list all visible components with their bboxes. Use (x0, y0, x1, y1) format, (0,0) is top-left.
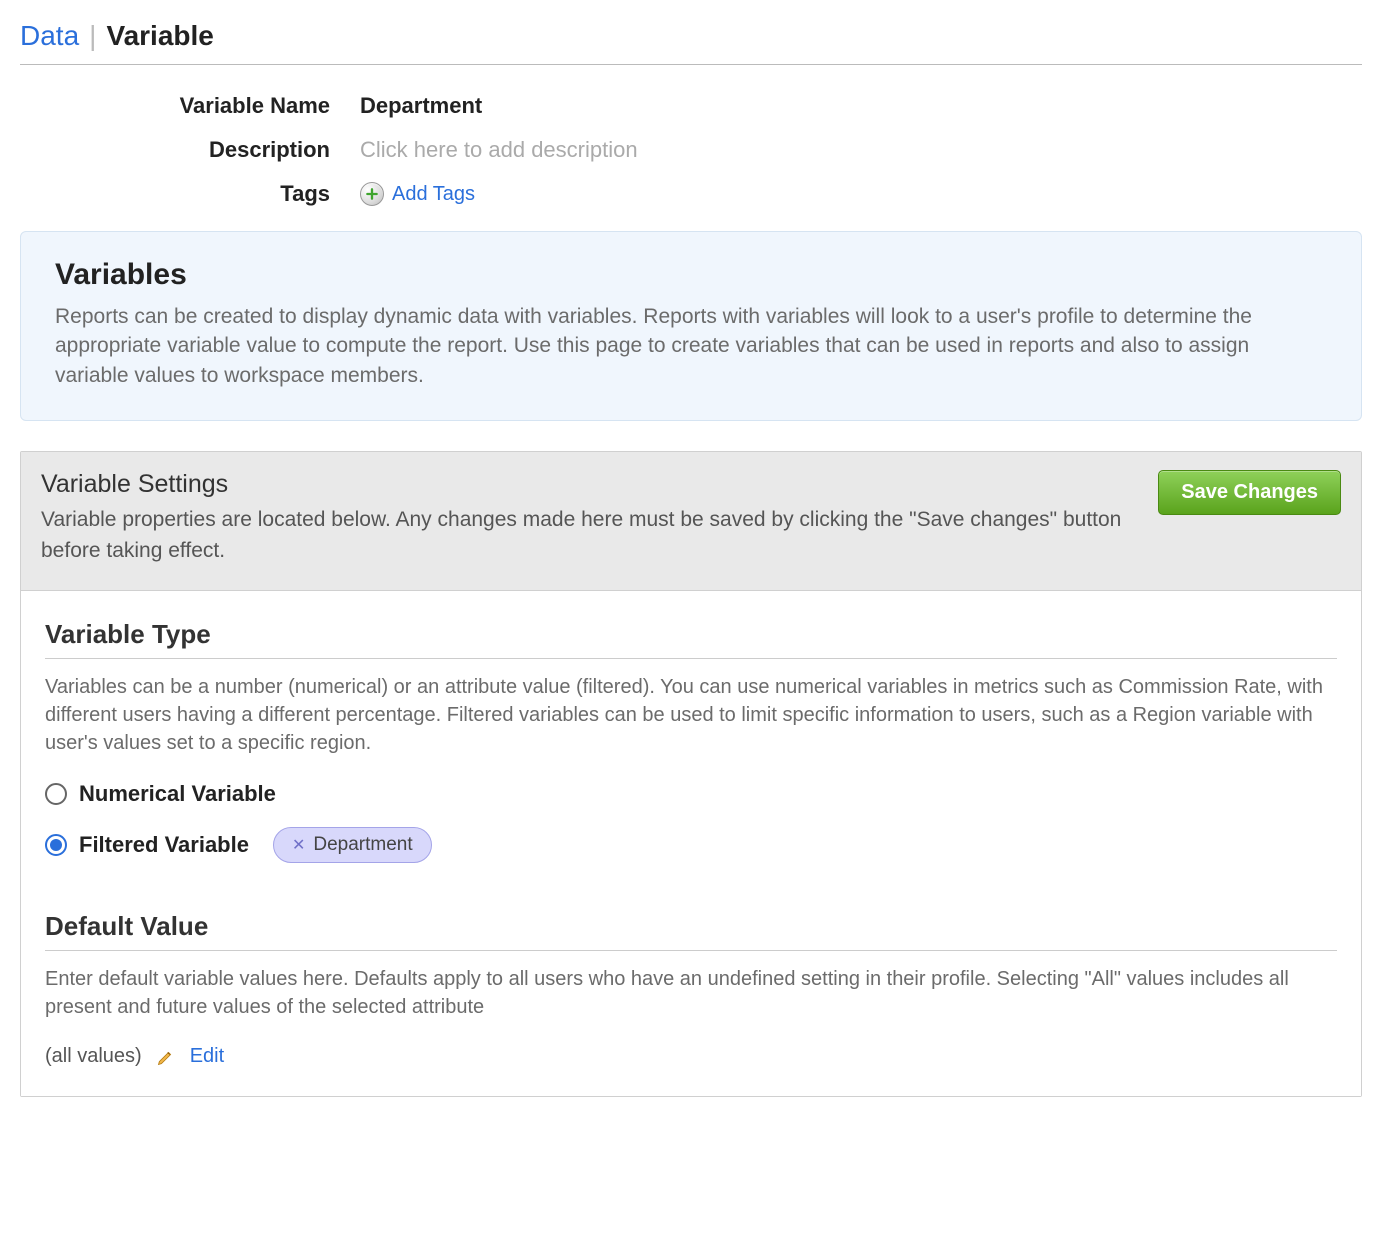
variable-meta: Variable Name Department Description Cli… (20, 93, 1362, 207)
filter-attribute-pill[interactable]: ✕ Department (273, 827, 432, 863)
radio-filtered[interactable] (45, 834, 67, 856)
default-value-title: Default Value (45, 911, 1337, 951)
radio-numerical-row[interactable]: Numerical Variable (45, 781, 1337, 807)
variable-name-label: Variable Name (20, 93, 360, 119)
breadcrumb-separator: | (89, 20, 96, 52)
add-tags-button[interactable]: Add Tags (360, 182, 475, 206)
default-value-help: Enter default variable values here. Defa… (45, 965, 1337, 1021)
radio-numerical-label: Numerical Variable (79, 781, 276, 807)
settings-title: Variable Settings (41, 470, 1138, 499)
variable-type-title: Variable Type (45, 619, 1337, 659)
close-icon[interactable]: ✕ (292, 835, 305, 855)
breadcrumb-current: Variable (106, 20, 213, 52)
filter-attribute-name: Department (313, 834, 412, 856)
settings-subtitle: Variable properties are located below. A… (41, 505, 1138, 566)
variable-type-help: Variables can be a number (numerical) or… (45, 673, 1337, 757)
add-tags-label: Add Tags (392, 183, 475, 206)
breadcrumb: Data | Variable (20, 20, 1362, 65)
radio-filtered-label: Filtered Variable (79, 832, 249, 858)
default-value-current: (all values) (45, 1045, 142, 1068)
description-label: Description (20, 137, 360, 163)
description-placeholder[interactable]: Click here to add description (360, 137, 638, 163)
info-title: Variables (55, 258, 1327, 292)
breadcrumb-link-data[interactable]: Data (20, 20, 79, 52)
info-text: Reports can be created to display dynami… (55, 302, 1327, 390)
settings-header: Variable Settings Variable properties ar… (21, 452, 1361, 591)
radio-filtered-row[interactable]: Filtered Variable ✕ Department (45, 827, 1337, 863)
default-value-section: Default Value Enter default variable val… (45, 911, 1337, 1068)
variable-type-section: Variable Type Variables can be a number … (45, 619, 1337, 863)
variable-settings-box: Variable Settings Variable properties ar… (20, 451, 1362, 1097)
save-changes-button[interactable]: Save Changes (1158, 470, 1341, 515)
edit-default-link[interactable]: Edit (190, 1045, 224, 1068)
pencil-icon (156, 1047, 176, 1067)
tags-label: Tags (20, 181, 360, 207)
variables-info-panel: Variables Reports can be created to disp… (20, 231, 1362, 421)
plus-icon (360, 182, 384, 206)
radio-numerical[interactable] (45, 783, 67, 805)
variable-name-value[interactable]: Department (360, 93, 482, 119)
